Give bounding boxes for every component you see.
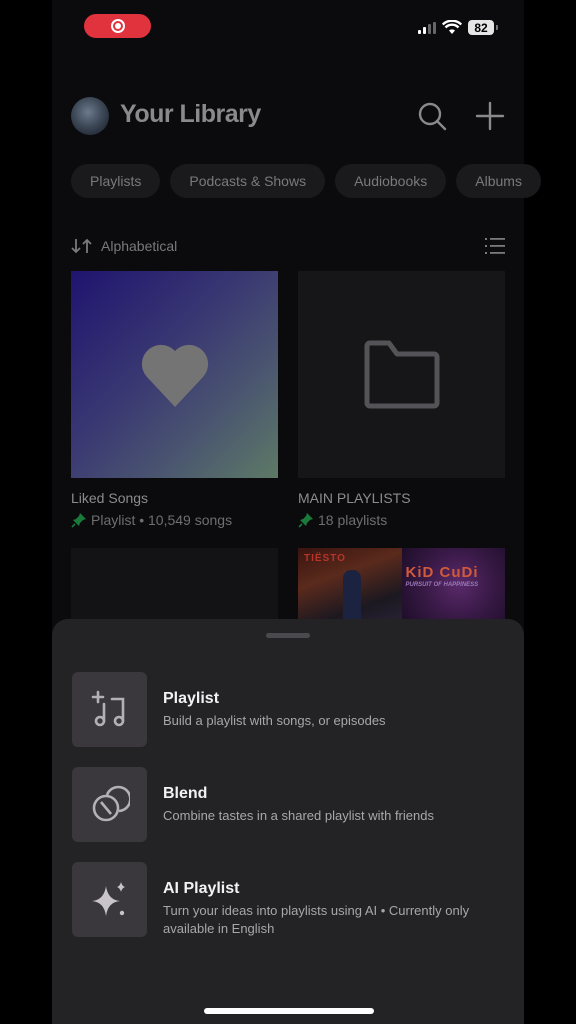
screen-recording-indicator[interactable] — [84, 14, 151, 38]
blend-circles-icon — [72, 767, 147, 842]
main-playlists-meta: 18 playlists — [318, 512, 388, 528]
library-item-cover[interactable] — [71, 548, 278, 628]
battery-nub — [496, 25, 498, 30]
create-bottom-sheet: Playlist Build a playlist with songs, or… — [52, 619, 524, 1024]
album-art-tiesto: TIËSTO — [298, 548, 402, 628]
option-description: Turn your ideas into playlists using AI … — [163, 903, 470, 936]
filter-chip-audiobooks[interactable]: Audiobooks — [335, 164, 447, 198]
battery-level: 82 — [468, 20, 494, 35]
status-icons: 82 — [418, 20, 498, 35]
sparkle-icon — [72, 862, 147, 937]
list-view-icon[interactable] — [485, 237, 505, 255]
liked-songs-title[interactable]: Liked Songs — [71, 490, 148, 506]
add-music-note-icon — [72, 672, 147, 747]
album-art-subtext: PURSUIT OF HAPPINESS — [405, 582, 479, 588]
album-art-text: TIËSTO — [304, 553, 346, 564]
heart-icon — [141, 344, 208, 407]
create-ai-playlist-option[interactable]: AI Playlist Turn your ideas into playlis… — [72, 862, 502, 938]
pin-icon — [71, 513, 86, 528]
main-playlists-title[interactable]: MAIN PLAYLISTS — [298, 490, 411, 506]
sort-button[interactable]: Alphabetical — [71, 238, 177, 254]
filter-chips: Playlists Podcasts & Shows Audiobooks Al… — [71, 164, 541, 198]
pin-icon — [298, 513, 313, 528]
playlist-mosaic-cover[interactable]: TIËSTO KiD CuDi PURSUIT OF HAPPINESS — [298, 548, 505, 628]
plus-icon[interactable] — [474, 100, 506, 132]
sort-label: Alphabetical — [101, 238, 178, 254]
album-art-kid-cudi: KiD CuDi PURSUIT OF HAPPINESS — [401, 548, 505, 628]
sheet-grabber[interactable] — [266, 633, 310, 638]
folder-icon — [364, 340, 439, 408]
page-title: Your Library — [120, 100, 261, 128]
filter-chip-albums[interactable]: Albums — [456, 164, 541, 198]
liked-songs-subtitle: Playlist • 10,549 songs — [71, 512, 232, 528]
option-description: Combine tastes in a shared playlist with… — [163, 808, 434, 823]
create-blend-option[interactable]: Blend Combine tastes in a shared playlis… — [72, 767, 502, 843]
option-title: AI Playlist — [163, 880, 240, 897]
option-title: Playlist — [163, 690, 220, 707]
filter-chip-podcasts-shows[interactable]: Podcasts & Shows — [170, 164, 326, 198]
option-description: Build a playlist with songs, or episodes — [163, 713, 386, 728]
filter-chip-playlists[interactable]: Playlists — [71, 164, 161, 198]
wifi-icon — [442, 20, 462, 34]
main-playlists-folder-cover[interactable] — [298, 271, 505, 478]
liked-songs-cover[interactable] — [71, 271, 278, 478]
profile-avatar[interactable] — [71, 97, 109, 135]
cellular-signal-icon — [418, 21, 436, 34]
liked-songs-meta: Playlist • 10,549 songs — [91, 512, 233, 528]
search-icon[interactable] — [416, 100, 448, 132]
main-playlists-subtitle: 18 playlists — [298, 512, 387, 528]
option-title: Blend — [163, 785, 208, 802]
record-icon — [110, 19, 125, 33]
album-art-text: KiD CuDi — [405, 564, 479, 581]
sort-arrows-icon — [71, 238, 92, 254]
create-playlist-option[interactable]: Playlist Build a playlist with songs, or… — [72, 672, 502, 748]
home-indicator[interactable] — [204, 1008, 374, 1014]
